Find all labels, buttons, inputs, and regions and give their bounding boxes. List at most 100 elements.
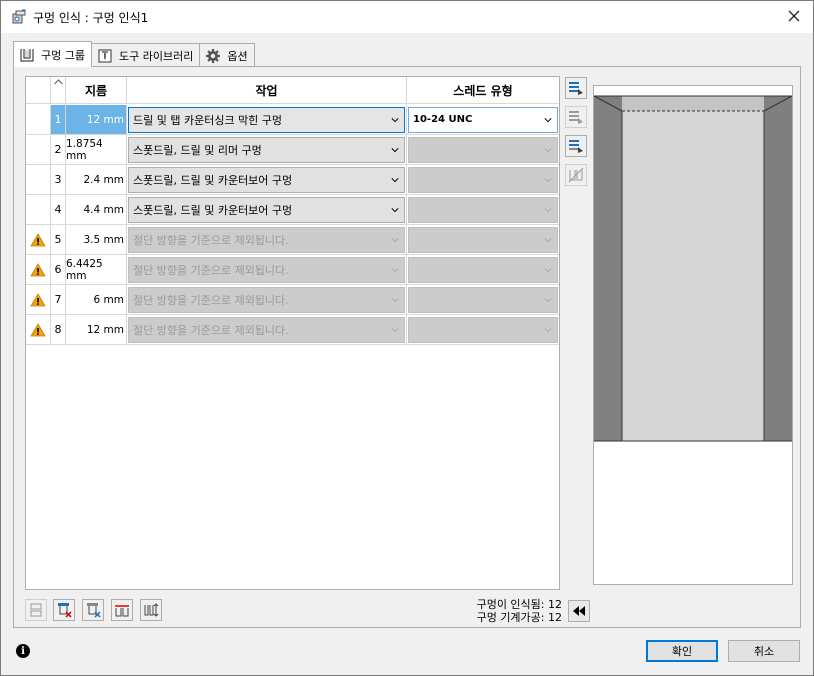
reorder-button[interactable] bbox=[140, 599, 162, 621]
hole-profile-drawing bbox=[593, 95, 793, 442]
warning-cell bbox=[26, 105, 51, 135]
info-icon[interactable]: i bbox=[16, 644, 30, 658]
table-row[interactable]: 2 1.8754 mm 스폿드릴, 드릴 및 리머 구멍 bbox=[26, 135, 559, 165]
operation-value: 절단 방향을 기준으로 제외됩니다. bbox=[133, 293, 289, 307]
warning-icon bbox=[30, 292, 46, 306]
delete-selected-button[interactable] bbox=[53, 599, 75, 621]
sort-header[interactable] bbox=[51, 77, 66, 104]
apply-to-all-button[interactable] bbox=[565, 135, 587, 157]
chevron-down-icon bbox=[391, 297, 399, 302]
split-group-icon bbox=[115, 605, 129, 617]
close-button[interactable] bbox=[779, 3, 809, 29]
table-row[interactable]: 8 12 mm 절단 방향을 기준으로 제외됩니다. bbox=[26, 315, 559, 345]
operation-dropdown[interactable]: 스폿드릴, 드릴 및 리머 구멍 bbox=[128, 136, 405, 163]
operation-dropdown: 절단 방향을 기준으로 제외됩니다. bbox=[128, 316, 405, 343]
tab-tool-library[interactable]: 도구 라이브러리 bbox=[90, 43, 201, 67]
operation-cell: 스폿드릴, 드릴 및 카운터보어 구멍 bbox=[127, 165, 407, 195]
split-hole-button[interactable] bbox=[565, 164, 587, 186]
chevron-down-icon bbox=[544, 117, 552, 122]
operation-dropdown[interactable]: 스폿드릴, 드릴 및 카운터보어 구멍 bbox=[128, 166, 405, 193]
ok-button[interactable]: 확인 bbox=[646, 640, 718, 662]
operation-cell: 절단 방향을 기준으로 제외됩니다. bbox=[127, 255, 407, 285]
hole-recognition-app-icon bbox=[11, 9, 27, 25]
row-number: 2 bbox=[51, 135, 66, 165]
thread-cell bbox=[407, 135, 559, 165]
row-number: 3 bbox=[51, 165, 66, 195]
operation-dropdown: 절단 방향을 기준으로 제외됩니다. bbox=[128, 226, 405, 253]
thread-type-dropdown bbox=[408, 256, 558, 283]
recognized-count: 구멍이 인식됨: 12 bbox=[476, 598, 562, 611]
chevron-down-icon bbox=[544, 267, 552, 272]
operation-dropdown[interactable]: 드릴 및 탭 카운터싱크 막힌 구멍 bbox=[128, 106, 405, 133]
thread-type-dropdown bbox=[408, 166, 558, 193]
operation-cell: 스폿드릴, 드릴 및 카운터보어 구멍 bbox=[127, 195, 407, 225]
machinable-count: 구멍 기계가공: 12 bbox=[476, 611, 562, 624]
split-group-button[interactable] bbox=[111, 599, 133, 621]
row-number: 1 bbox=[51, 105, 66, 135]
diameter-cell: 3.5 mm bbox=[66, 225, 127, 255]
table-row[interactable]: 5 3.5 mm 절단 방향을 기준으로 제외됩니다. bbox=[26, 225, 559, 255]
rewind-button[interactable] bbox=[568, 600, 590, 622]
table-row[interactable]: 3 2.4 mm 스폿드릴, 드릴 및 카운터보어 구멍 bbox=[26, 165, 559, 195]
operation-value: 스폿드릴, 드릴 및 카운터보어 구멍 bbox=[133, 173, 293, 187]
row-number: 4 bbox=[51, 195, 66, 225]
hole-recognition-dialog: 구멍 인식 : 구멍 인식1 구멍 그룹 도구 라이브러리 옵션 지름 작업 스… bbox=[0, 0, 814, 676]
operation-value: 절단 방향을 기준으로 제외됩니다. bbox=[133, 323, 289, 337]
header-diameter[interactable]: 지름 bbox=[66, 77, 127, 104]
warning-cell bbox=[26, 135, 51, 165]
table-row[interactable]: 6 6.4425 mm 절단 방향을 기준으로 제외됩니다. bbox=[26, 255, 559, 285]
list-edit-button[interactable] bbox=[565, 106, 587, 128]
hole-counts: 구멍이 인식됨: 12 구멍 기계가공: 12 bbox=[454, 598, 562, 624]
tab-options[interactable]: 옵션 bbox=[199, 43, 255, 67]
list-edit-icon bbox=[569, 111, 583, 124]
delete-group-icon bbox=[87, 603, 101, 618]
chevron-down-icon bbox=[391, 237, 399, 242]
gear-icon bbox=[205, 48, 221, 64]
operation-value: 절단 방향을 기준으로 제외됩니다. bbox=[133, 233, 289, 247]
operation-cell: 절단 방향을 기준으로 제외됩니다. bbox=[127, 315, 407, 345]
tab-options-label: 옵션 bbox=[227, 49, 248, 63]
warning-cell bbox=[26, 225, 51, 255]
header-thread-type[interactable]: 스레드 유형 bbox=[407, 77, 559, 104]
table-row[interactable]: 76 mm 절단 방향을 기준으로 제외됩니다. bbox=[26, 285, 559, 315]
merge-icon bbox=[30, 603, 42, 617]
cancel-button[interactable]: 취소 bbox=[728, 640, 800, 662]
close-icon bbox=[788, 10, 800, 22]
delete-group-button[interactable] bbox=[82, 599, 104, 621]
window-title: 구멍 인식 : 구멍 인식1 bbox=[33, 10, 149, 25]
operation-cell: 절단 방향을 기준으로 제외됩니다. bbox=[127, 225, 407, 255]
thread-cell bbox=[407, 195, 559, 225]
thread-cell bbox=[407, 315, 559, 345]
merge-rows-button[interactable] bbox=[25, 599, 47, 621]
diameter-cell: 12 mm bbox=[66, 315, 127, 345]
sort-up-icon bbox=[54, 79, 63, 85]
chevron-down-icon bbox=[544, 237, 552, 242]
operation-cell: 절단 방향을 기준으로 제외됩니다. bbox=[127, 285, 407, 315]
table-row[interactable]: 4 4.4 mm 스폿드릴, 드릴 및 카운터보어 구멍 bbox=[26, 195, 559, 225]
chevron-down-icon bbox=[544, 177, 552, 182]
split-hole-icon bbox=[568, 167, 584, 183]
tab-hole-group[interactable]: 구멍 그룹 bbox=[13, 41, 92, 67]
warning-icon bbox=[30, 322, 46, 336]
diameter-cell: 12 mm bbox=[66, 105, 127, 135]
assign-strategy-button[interactable] bbox=[565, 77, 587, 99]
table-row[interactable]: 1 12 mm 드릴 및 탭 카운터싱크 막힌 구멍 10-24 UNC bbox=[26, 105, 559, 135]
operation-dropdown[interactable]: 스폿드릴, 드릴 및 카운터보어 구멍 bbox=[128, 196, 405, 223]
chevron-down-icon bbox=[391, 267, 399, 272]
hole-preview bbox=[593, 85, 793, 585]
warning-cell bbox=[26, 315, 51, 345]
thread-type-dropdown bbox=[408, 226, 558, 253]
thread-type-value: 10-24 UNC bbox=[413, 114, 473, 125]
chevron-down-icon bbox=[544, 297, 552, 302]
chevron-down-icon bbox=[391, 207, 399, 212]
tab-tool-library-label: 도구 라이브러리 bbox=[118, 49, 194, 63]
thread-type-dropdown bbox=[408, 316, 558, 343]
operation-value: 절단 방향을 기준으로 제외됩니다. bbox=[133, 263, 289, 277]
diameter-cell: 4.4 mm bbox=[66, 195, 127, 225]
thread-type-dropdown bbox=[408, 286, 558, 313]
header-operation[interactable]: 작업 bbox=[127, 77, 407, 104]
header-warning bbox=[26, 77, 51, 104]
row-number: 6 bbox=[51, 255, 66, 285]
chevron-down-icon bbox=[544, 147, 552, 152]
thread-type-dropdown[interactable]: 10-24 UNC bbox=[408, 106, 558, 133]
